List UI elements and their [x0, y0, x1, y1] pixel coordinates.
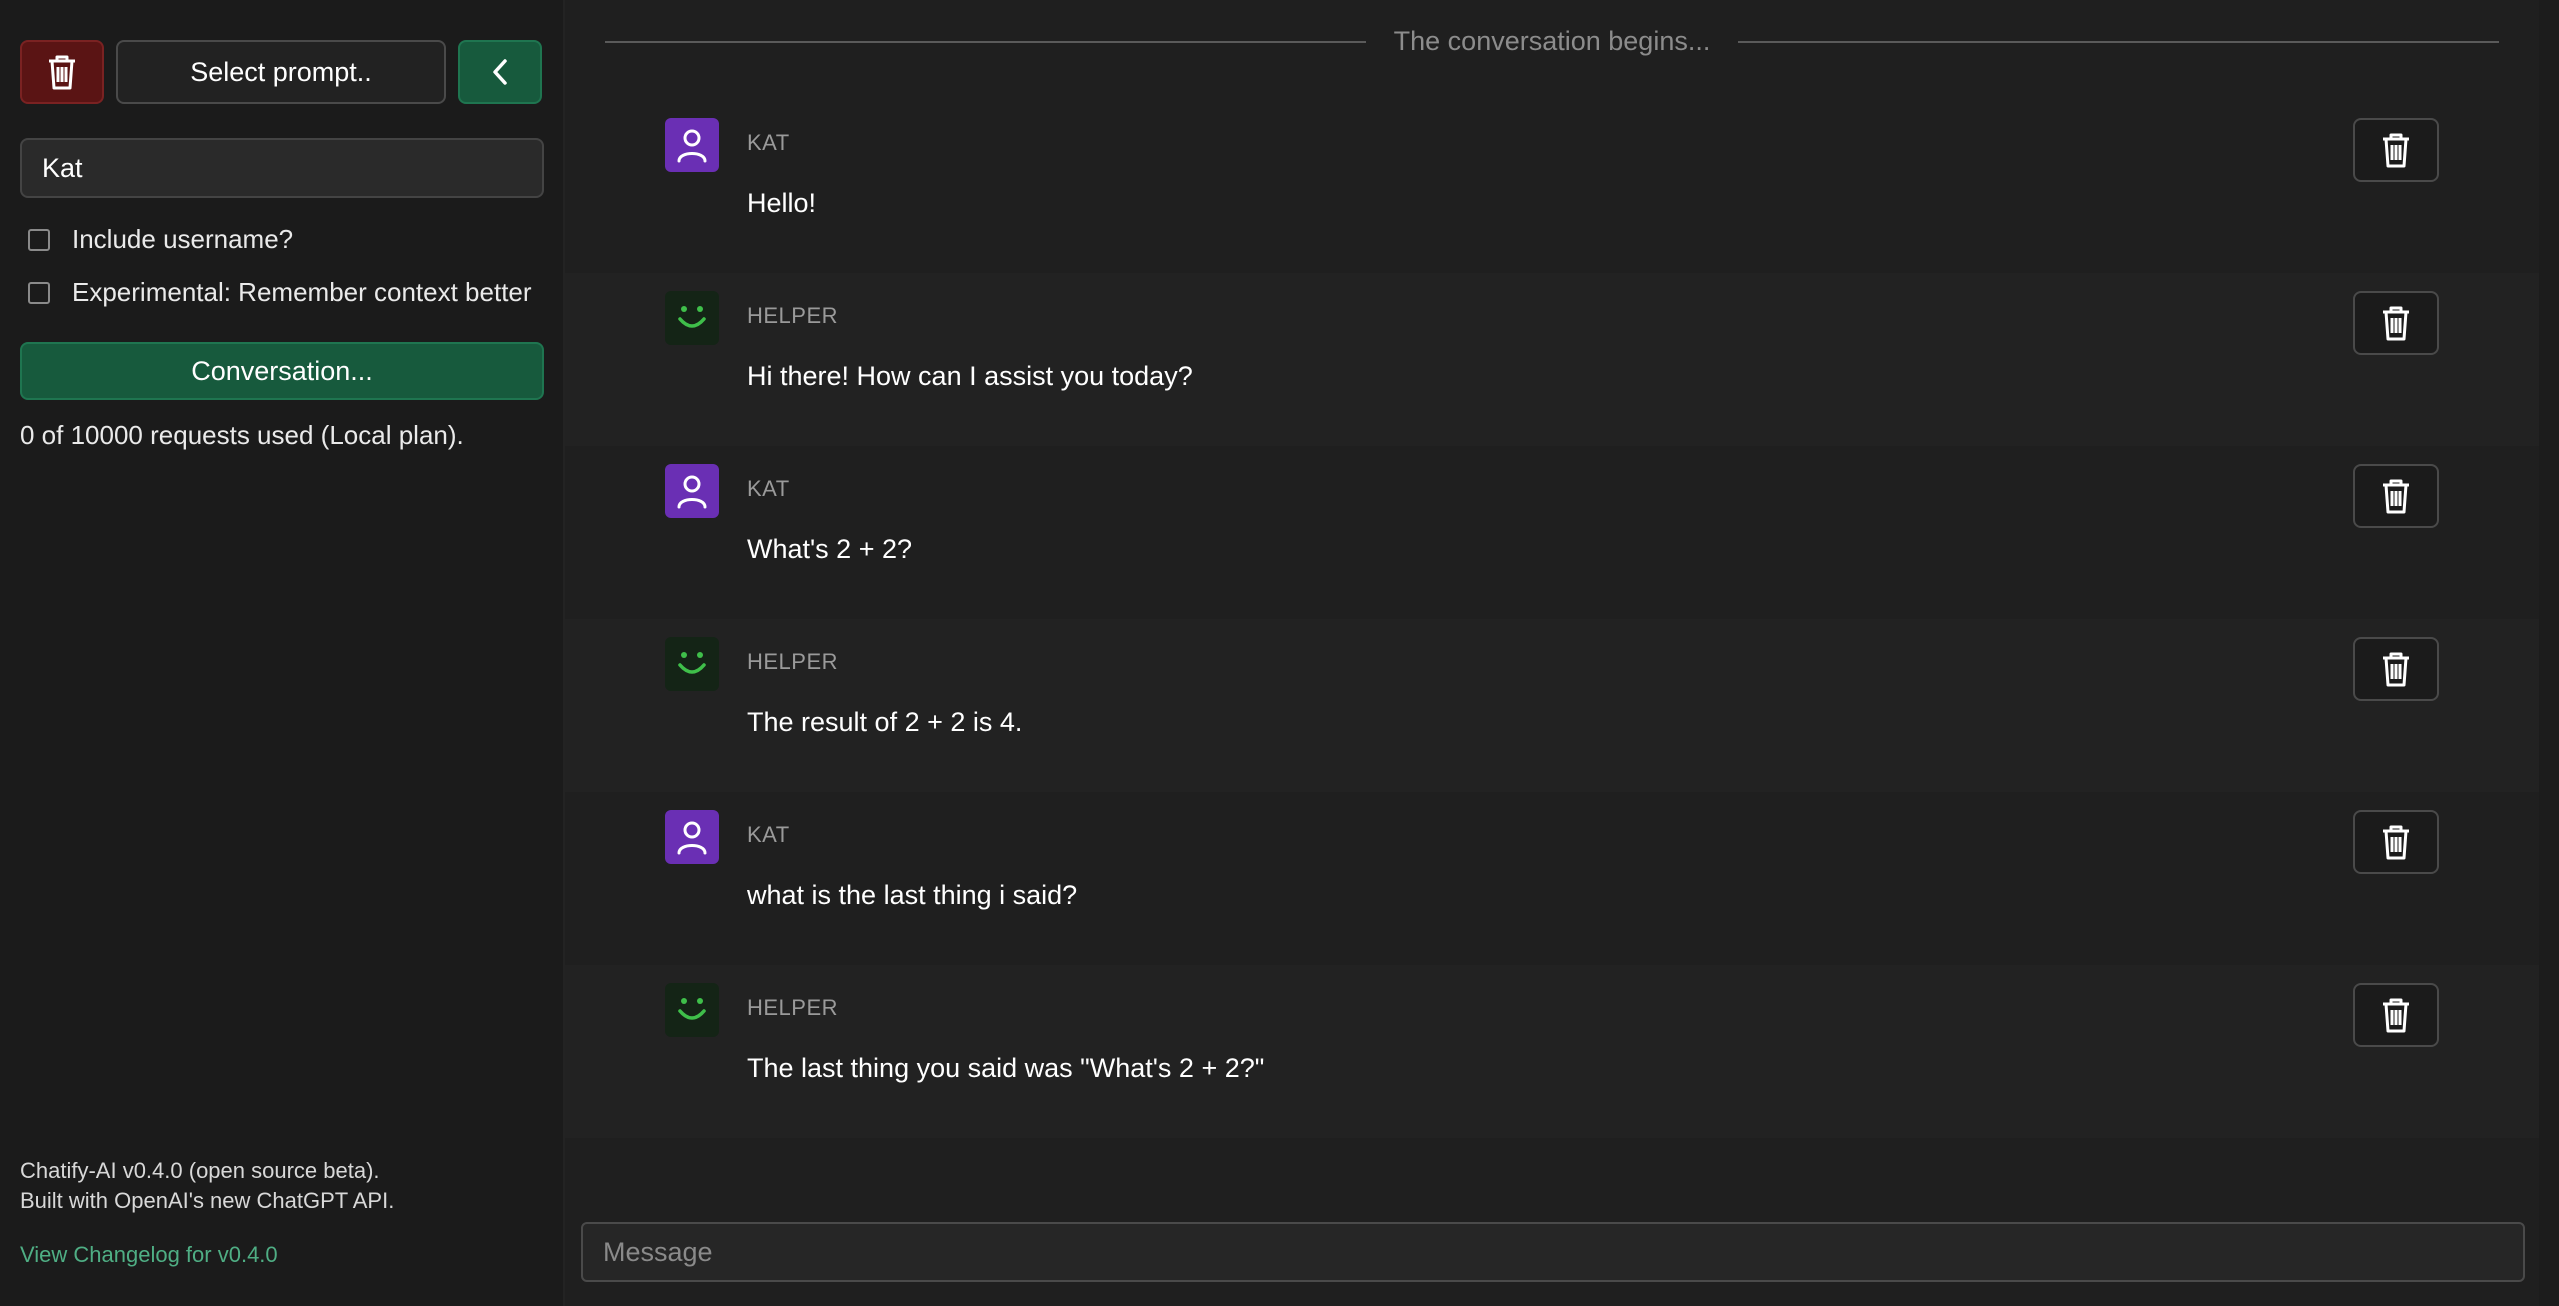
person-icon — [677, 821, 707, 855]
bot-avatar — [665, 637, 719, 691]
message-role: HELPER — [747, 649, 839, 674]
delete-message-button[interactable] — [2353, 464, 2439, 528]
scrollbar-track[interactable] — [2539, 0, 2559, 1306]
conversation-divider: The conversation begins... — [605, 26, 2499, 57]
clear-conversation-button[interactable] — [20, 40, 104, 104]
include-username-row[interactable]: Include username? — [20, 224, 543, 255]
experimental-context-label: Experimental: Remember context better — [72, 277, 532, 307]
message-text: What's 2 + 2? — [747, 534, 912, 564]
collapse-sidebar-button[interactable] — [458, 40, 542, 104]
message-row: HELPER The last thing you said was "What… — [565, 965, 2559, 1138]
delete-message-button[interactable] — [2353, 291, 2439, 355]
usage-text: 0 of 10000 requests used (Local plan). — [20, 420, 464, 450]
message-text: The result of 2 + 2 is 4. — [747, 707, 1023, 737]
delete-message-button[interactable] — [2353, 810, 2439, 874]
person-icon — [677, 475, 707, 509]
message-text: Hi there! How can I assist you today? — [747, 361, 1193, 391]
person-icon — [677, 129, 707, 163]
sidebar-top-row: Select prompt.. — [20, 40, 543, 104]
message-role: KAT — [747, 822, 790, 847]
message-text: what is the last thing i said? — [747, 880, 1078, 910]
message-row: HELPER The result of 2 + 2 is 4. — [565, 619, 2559, 792]
message-row: KAT Hello! — [565, 100, 2559, 273]
chevron-left-icon — [493, 59, 507, 85]
trash-icon — [2383, 306, 2409, 341]
sidebar-footer: Chatify-AI v0.4.0 (open source beta). Bu… — [20, 1156, 394, 1268]
experimental-context-row[interactable]: Experimental: Remember context better — [20, 277, 543, 308]
smiley-icon — [678, 306, 706, 328]
changelog-link[interactable]: View Changelog for v0.4.0 — [20, 1242, 394, 1268]
divider-rule-right — [1738, 40, 2499, 43]
message-text: The last thing you said was "What's 2 + … — [747, 1053, 1265, 1083]
app-root: Select prompt.. Include username? Experi… — [0, 0, 2559, 1306]
bot-avatar — [665, 983, 719, 1037]
chat-main: The conversation begins... KAT Hello! HE… — [565, 0, 2559, 1306]
user-avatar — [665, 810, 719, 864]
message-list: KAT Hello! HELPER Hi there! How can I as… — [565, 100, 2559, 1138]
message-role: KAT — [747, 130, 790, 155]
trash-icon — [2383, 652, 2409, 687]
message-role: HELPER — [747, 995, 839, 1020]
include-username-label: Include username? — [72, 224, 294, 254]
trash-icon — [2383, 998, 2409, 1033]
sidebar: Select prompt.. Include username? Experi… — [0, 0, 565, 1306]
divider-text: The conversation begins... — [1393, 26, 1711, 56]
conversation-button[interactable]: Conversation... — [20, 342, 544, 400]
message-input[interactable] — [581, 1222, 2525, 1282]
divider-rule-left — [605, 40, 1366, 43]
include-username-checkbox[interactable] — [28, 228, 50, 251]
message-role: HELPER — [747, 303, 839, 328]
delete-message-button[interactable] — [2353, 983, 2439, 1047]
username-input[interactable] — [20, 138, 544, 198]
message-row: KAT What's 2 + 2? — [565, 446, 2559, 619]
trash-icon — [49, 55, 75, 90]
message-row: HELPER Hi there! How can I assist you to… — [565, 273, 2559, 446]
delete-message-button[interactable] — [2353, 637, 2439, 701]
built-with-text: Built with OpenAI's new ChatGPT API. — [20, 1188, 395, 1213]
experimental-context-checkbox[interactable] — [28, 281, 50, 304]
message-row: KAT what is the last thing i said? — [565, 792, 2559, 965]
trash-icon — [2383, 825, 2409, 860]
smiley-icon — [678, 652, 706, 674]
version-text: Chatify-AI v0.4.0 (open source beta). — [20, 1158, 380, 1183]
delete-message-button[interactable] — [2353, 118, 2439, 182]
select-prompt-button[interactable]: Select prompt.. — [116, 40, 446, 104]
message-role: KAT — [747, 476, 790, 501]
trash-icon — [2383, 133, 2409, 168]
smiley-icon — [678, 998, 706, 1020]
trash-icon — [2383, 479, 2409, 514]
bot-avatar — [665, 291, 719, 345]
user-avatar — [665, 118, 719, 172]
user-avatar — [665, 464, 719, 518]
message-text: Hello! — [747, 188, 817, 218]
